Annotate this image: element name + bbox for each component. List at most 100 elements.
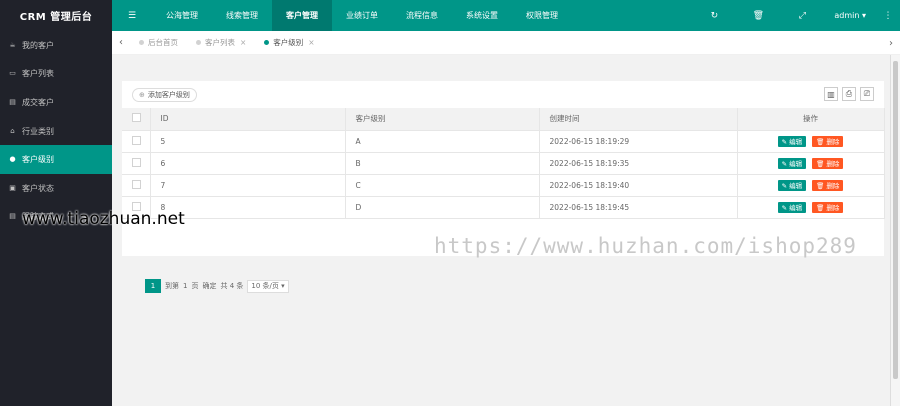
sidebar-item-label: 我的客户 xyxy=(22,40,54,50)
sidebar-item-industry[interactable]: ⌂ 行业类别 xyxy=(0,117,112,146)
edit-button[interactable]: ✎ 编辑 xyxy=(777,201,807,213)
home-icon: ⌂ xyxy=(10,126,15,135)
tab-home[interactable]: 后台首页 xyxy=(130,31,187,55)
edit-button[interactable]: ✎ 编辑 xyxy=(777,157,807,169)
row-checkbox-cell xyxy=(122,152,151,175)
cell-level: D xyxy=(345,196,540,219)
add-level-button[interactable]: ⊕ 添加客户级别 xyxy=(132,88,197,102)
col-header-created[interactable]: 创建时间 xyxy=(539,108,738,131)
nav-item-process[interactable]: 流程信息 xyxy=(392,0,452,31)
delete-button[interactable]: 🗑 删除 xyxy=(812,201,844,213)
table-row: 5 A 2022-06-15 18:19:29 ✎ 编辑 🗑 删除 xyxy=(122,130,885,153)
nav-item-orders[interactable]: 业绩订单 xyxy=(332,0,392,31)
cell-actions: ✎ 编辑 🗑 删除 xyxy=(737,174,885,197)
row-checkbox[interactable] xyxy=(132,179,141,189)
more-icon[interactable]: ⋮ xyxy=(876,0,900,31)
print-icon[interactable]: ⎚ xyxy=(860,87,874,101)
page-scrollbar[interactable] xyxy=(890,55,900,406)
sidebar-item-customer-list[interactable]: ▭ 客户列表 xyxy=(0,60,112,89)
cell-level: C xyxy=(345,174,540,197)
per-page-select[interactable]: 10 条/页 ▾ xyxy=(247,279,289,293)
tab-customer-list[interactable]: 客户列表 × xyxy=(187,31,255,55)
list-icon: ▤ xyxy=(9,97,16,106)
app-logo: CRM 管理后台 xyxy=(0,0,112,31)
sidebar-item-label: 行业类别 xyxy=(22,126,54,136)
watermark-right: https://www.huzhan.com/ishop289 xyxy=(434,234,857,258)
tab-dot xyxy=(196,40,201,45)
nav-item-customers[interactable]: 客户管理 xyxy=(272,0,332,31)
edit-button[interactable]: ✎ 编辑 xyxy=(777,135,807,147)
export-icon[interactable]: ⎙ xyxy=(842,87,856,101)
table-row: 8 D 2022-06-15 18:19:45 ✎ 编辑 🗑 删除 xyxy=(122,196,885,219)
cell-created: 2022-06-15 18:19:40 xyxy=(539,174,738,197)
row-checkbox-cell xyxy=(122,130,151,153)
col-header-id[interactable]: ID xyxy=(150,108,346,131)
watermark-left: www.tiaozhuan.net xyxy=(22,209,185,229)
goto-label: 到第 xyxy=(165,282,179,290)
row-checkbox[interactable] xyxy=(132,135,141,145)
fullscreen-icon[interactable]: ⤢ xyxy=(780,0,824,31)
tab-dot xyxy=(139,40,144,45)
tabs-right-icon[interactable]: › xyxy=(882,31,900,55)
delete-button[interactable]: 🗑 删除 xyxy=(812,179,844,191)
sidebar-item-my-customers[interactable]: ☕ 我的客户 xyxy=(0,31,112,60)
cell-level: B xyxy=(345,152,540,175)
plus-icon: ⊕ xyxy=(139,91,145,99)
tabs-bar: ‹ 后台首页 客户列表 × 客户级别 × › xyxy=(112,31,900,55)
pagination: 1 到第 1 页 确定 共 4 条 10 条/页 ▾ xyxy=(145,279,289,293)
table-row: 6 B 2022-06-15 18:19:35 ✎ 编辑 🗑 删除 xyxy=(122,152,885,175)
row-checkbox-cell xyxy=(122,174,151,197)
row-checkbox[interactable] xyxy=(132,157,141,167)
sidebar-item-customer-level[interactable]: ● 客户级别 xyxy=(0,145,112,174)
tab-label: 后台首页 xyxy=(148,38,178,47)
sidebar-item-customer-status[interactable]: ▣ 客户状态 xyxy=(0,174,112,203)
close-icon[interactable]: × xyxy=(308,38,314,47)
cell-id: 7 xyxy=(150,174,346,197)
tab-customer-level[interactable]: 客户级别 × xyxy=(255,31,323,55)
tabs-left-icon[interactable]: ‹ xyxy=(112,37,130,48)
columns-filter-icon[interactable]: ▥ xyxy=(824,87,838,101)
page-current-button[interactable]: 1 xyxy=(145,279,161,293)
cell-created: 2022-06-15 18:19:35 xyxy=(539,152,738,175)
table-header-row: ID 客户级别 创建时间 操作 xyxy=(122,108,885,131)
delete-button[interactable]: 🗑 删除 xyxy=(812,135,844,147)
sidebar-item-label: 客户列表 xyxy=(22,69,54,79)
col-header-level[interactable]: 客户级别 xyxy=(345,108,540,131)
cell-actions: ✎ 编辑 🗑 删除 xyxy=(737,196,885,219)
tab-label: 客户列表 xyxy=(205,38,235,47)
edit-button[interactable]: ✎ 编辑 xyxy=(777,179,807,191)
add-level-label: 添加客户级别 xyxy=(147,91,190,99)
cell-id: 6 xyxy=(150,152,346,175)
tab-label: 客户级别 xyxy=(273,38,304,47)
nav-item-permissions[interactable]: 权限管理 xyxy=(512,0,572,31)
sidebar-item-label: 客户级别 xyxy=(22,155,54,165)
cell-id: 5 xyxy=(150,130,346,153)
cup-icon: ☕ xyxy=(9,40,16,49)
sidebar-item-label: 成交客户 xyxy=(22,97,54,107)
select-all-cell xyxy=(122,108,151,131)
table-row: 7 C 2022-06-15 18:19:40 ✎ 编辑 🗑 删除 xyxy=(122,174,885,197)
tab-dot xyxy=(264,40,270,45)
cell-created: 2022-06-15 18:19:45 xyxy=(539,196,738,219)
nav-item-public-pool[interactable]: 公海管理 xyxy=(152,0,212,31)
nav-item-settings[interactable]: 系统设置 xyxy=(452,0,512,31)
menu-toggle-icon[interactable]: ☰ xyxy=(112,0,152,31)
sidebar-item-label: 客户状态 xyxy=(22,183,54,193)
nav-item-leads[interactable]: 线索管理 xyxy=(212,0,272,31)
cell-level: A xyxy=(345,130,540,153)
page-confirm-button[interactable]: 确定 xyxy=(202,281,216,291)
trash-icon[interactable]: 🗑 xyxy=(736,0,780,31)
cell-created: 2022-06-15 18:19:29 xyxy=(539,130,738,153)
close-icon[interactable]: × xyxy=(240,38,246,47)
scrollbar-thumb[interactable] xyxy=(893,61,898,379)
list-icon: ▤ xyxy=(9,212,16,221)
select-all-checkbox[interactable] xyxy=(132,113,141,123)
refresh-icon[interactable]: ↻ xyxy=(692,0,736,31)
page-input[interactable]: 1 xyxy=(183,282,187,290)
card-icon: ▭ xyxy=(9,69,16,78)
user-menu[interactable]: admin ▾ xyxy=(824,11,876,20)
sidebar-item-deal-customers[interactable]: ▤ 成交客户 xyxy=(0,88,112,117)
total-count: 共 4 条 xyxy=(220,282,244,290)
level-table: ID 客户级别 创建时间 操作 5 A 2022-06-15 18:19:29 … xyxy=(122,108,885,219)
delete-button[interactable]: 🗑 删除 xyxy=(812,157,844,169)
